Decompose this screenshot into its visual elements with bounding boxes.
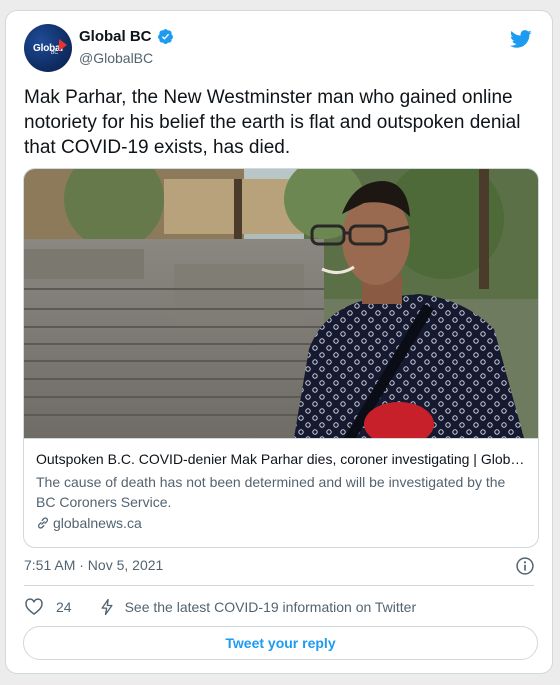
tweet-header: Global BC Global BC @GlobalBC — [24, 24, 534, 74]
tweet-reply-button[interactable]: Tweet your reply — [23, 626, 538, 660]
divider — [24, 585, 534, 586]
link-preview-card[interactable]: Outspoken B.C. COVID-denier Mak Parhar d… — [23, 168, 539, 548]
twitter-bird-icon[interactable] — [508, 28, 534, 50]
display-name[interactable]: Global BC — [79, 28, 152, 45]
link-domain: globalnews.ca — [53, 515, 142, 531]
link-domain-row[interactable]: globalnews.ca — [36, 515, 142, 531]
link-chain-icon — [38, 517, 48, 529]
account-handle[interactable]: @GlobalBC — [79, 50, 153, 66]
avatar[interactable]: Global BC — [24, 24, 72, 72]
link-description: The cause of death has not been determin… — [36, 474, 506, 510]
like-count[interactable]: 24 — [56, 599, 72, 615]
avatar-logo-mark — [59, 39, 67, 51]
avatar-logo-subtext: BC — [51, 50, 58, 56]
heart-icon[interactable] — [24, 597, 44, 617]
lightning-bolt-icon — [101, 598, 113, 616]
info-icon[interactable] — [515, 556, 535, 576]
covid-info-link[interactable]: See the latest COVID-19 information on T… — [125, 599, 417, 615]
tweet-text: Mak Parhar, the New Westminster man who … — [24, 87, 521, 158]
action-bar: 24 See the latest COVID-19 information o… — [24, 597, 416, 617]
tweet-card: Global BC Global BC @GlobalBC Mak Parhar… — [5, 10, 553, 674]
link-preview-body[interactable]: Outspoken B.C. COVID-denier Mak Parhar d… — [24, 438, 538, 547]
article-photo — [24, 169, 538, 438]
link-title[interactable]: Outspoken B.C. COVID-denier Mak Parhar d… — [36, 451, 526, 467]
verified-badge-icon — [157, 29, 173, 45]
tweet-timestamp[interactable]: 7:51 AM · Nov 5, 2021 — [24, 557, 163, 573]
name-row: Global BC — [79, 28, 174, 45]
